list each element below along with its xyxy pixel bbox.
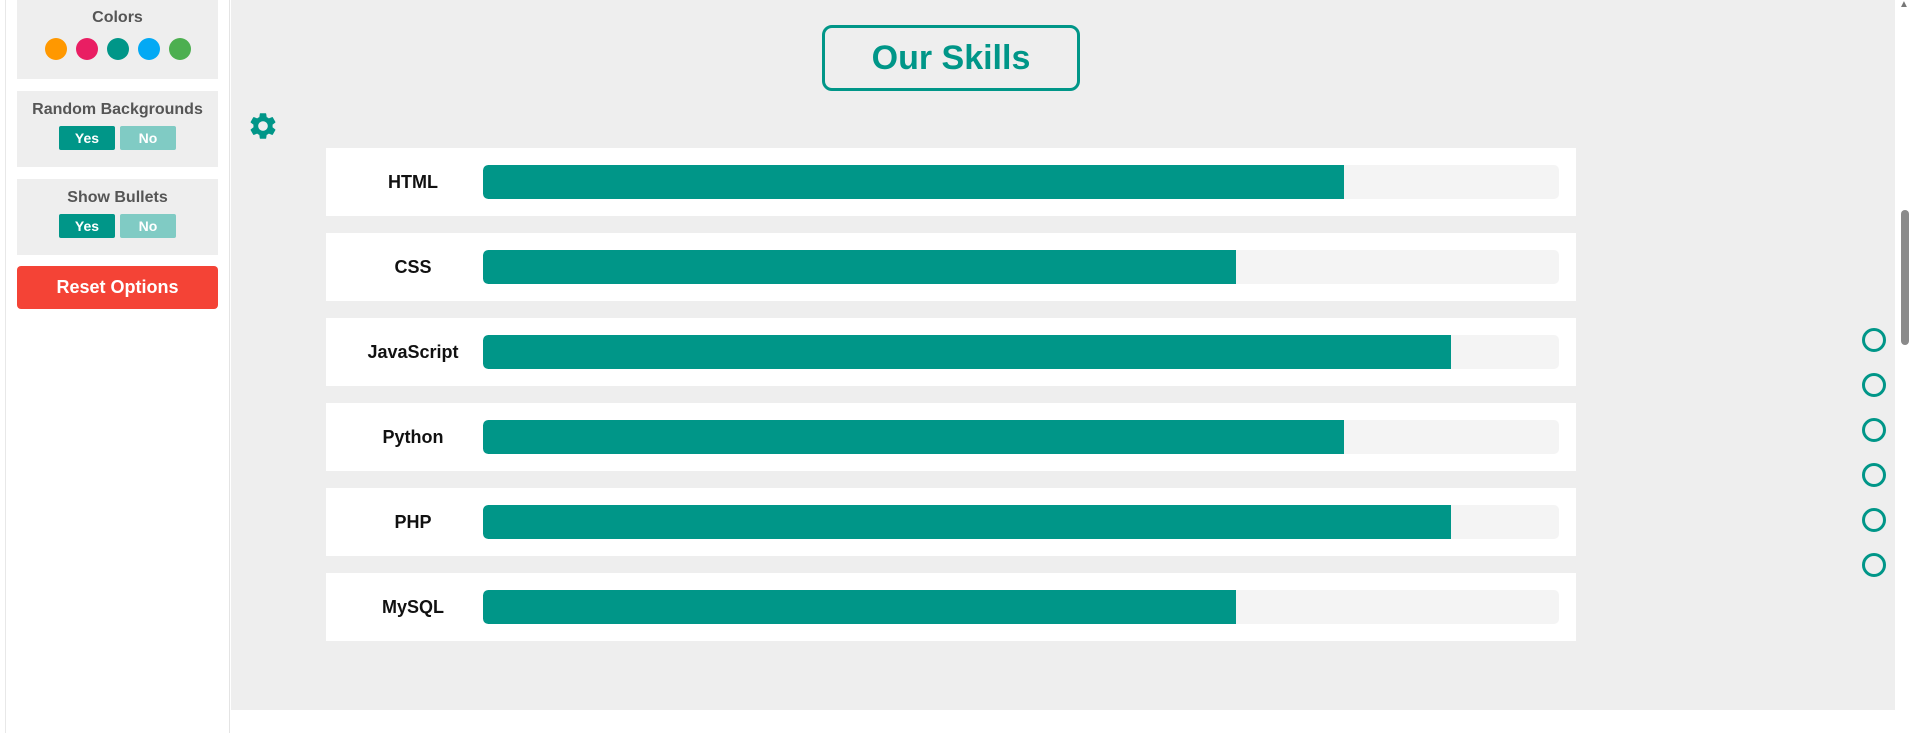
random-backgrounds-option: Random Backgrounds Yes No — [17, 91, 218, 167]
nav-bullet-3[interactable] — [1862, 418, 1886, 442]
skill-progress-fill — [483, 165, 1344, 199]
section-title: Our Skills — [822, 25, 1080, 91]
skill-progress-fill — [483, 505, 1452, 539]
random-backgrounds-title: Random Backgrounds — [32, 101, 203, 118]
colors-title: Colors — [92, 9, 143, 26]
nav-bullet-1[interactable] — [1862, 328, 1886, 352]
color-list — [17, 38, 218, 60]
gear-icon[interactable] — [247, 110, 279, 142]
skill-row: MySQL — [326, 573, 1576, 641]
skills-section: Our Skills HTML CSS JavaScript Python PHP MyS… — [231, 0, 1895, 710]
skill-row: HTML — [326, 148, 1576, 216]
skill-name: CSS — [394, 257, 432, 277]
color-option-1[interactable] — [44, 38, 67, 60]
reset-options-button[interactable]: Reset Options — [17, 266, 218, 309]
skill-name: MySQL — [381, 597, 444, 617]
scroll-up-arrow-icon[interactable]: ▲ — [1899, 0, 1909, 10]
skill-progress-track — [483, 335, 1559, 369]
skill-progress-fill — [483, 420, 1344, 454]
random-backgrounds-yes-button[interactable]: Yes — [59, 126, 115, 150]
skill-progress-track — [483, 165, 1559, 199]
skill-progress-track — [483, 590, 1559, 624]
nav-bullets — [1862, 328, 1886, 598]
skill-progress-fill — [483, 250, 1237, 284]
skill-progress-track — [483, 420, 1559, 454]
skill-name: PHP — [394, 512, 432, 532]
skill-row: Python — [326, 403, 1576, 471]
show-bullets-toggle: Yes No — [17, 214, 218, 238]
color-option-2[interactable] — [75, 38, 98, 60]
colors-option: Colors — [17, 0, 218, 79]
nav-bullet-5[interactable] — [1862, 508, 1886, 532]
show-bullets-option: Show Bullets Yes No — [17, 179, 218, 255]
skill-name: Python — [382, 427, 444, 447]
skill-progress-track — [483, 505, 1559, 539]
show-bullets-yes-button[interactable]: Yes — [59, 214, 115, 238]
show-bullets-no-button[interactable]: No — [120, 214, 176, 238]
scrollbar-thumb[interactable] — [1901, 210, 1909, 345]
nav-bullet-6[interactable] — [1862, 553, 1886, 577]
skill-name: JavaScript — [367, 342, 459, 362]
show-bullets-title: Show Bullets — [67, 189, 168, 206]
settings-panel: Colors Random Backgrounds Yes No Show Bu… — [6, 0, 230, 733]
color-option-3[interactable] — [106, 38, 129, 60]
random-backgrounds-toggle: Yes No — [17, 126, 218, 150]
skill-progress-fill — [483, 590, 1237, 624]
color-option-4[interactable] — [137, 38, 160, 60]
skills-list: HTML CSS JavaScript Python PHP MySQL — [326, 148, 1576, 658]
random-backgrounds-no-button[interactable]: No — [120, 126, 176, 150]
skill-row: CSS — [326, 233, 1576, 301]
skill-progress-track — [483, 250, 1559, 284]
skill-name: HTML — [388, 172, 438, 192]
vertical-scrollbar[interactable]: ▲ — [1896, 0, 1913, 733]
color-option-5[interactable] — [168, 38, 191, 60]
skill-row: PHP — [326, 488, 1576, 556]
skill-progress-fill — [483, 335, 1452, 369]
nav-bullet-2[interactable] — [1862, 373, 1886, 397]
nav-bullet-4[interactable] — [1862, 463, 1886, 487]
skill-row: JavaScript — [326, 318, 1576, 386]
